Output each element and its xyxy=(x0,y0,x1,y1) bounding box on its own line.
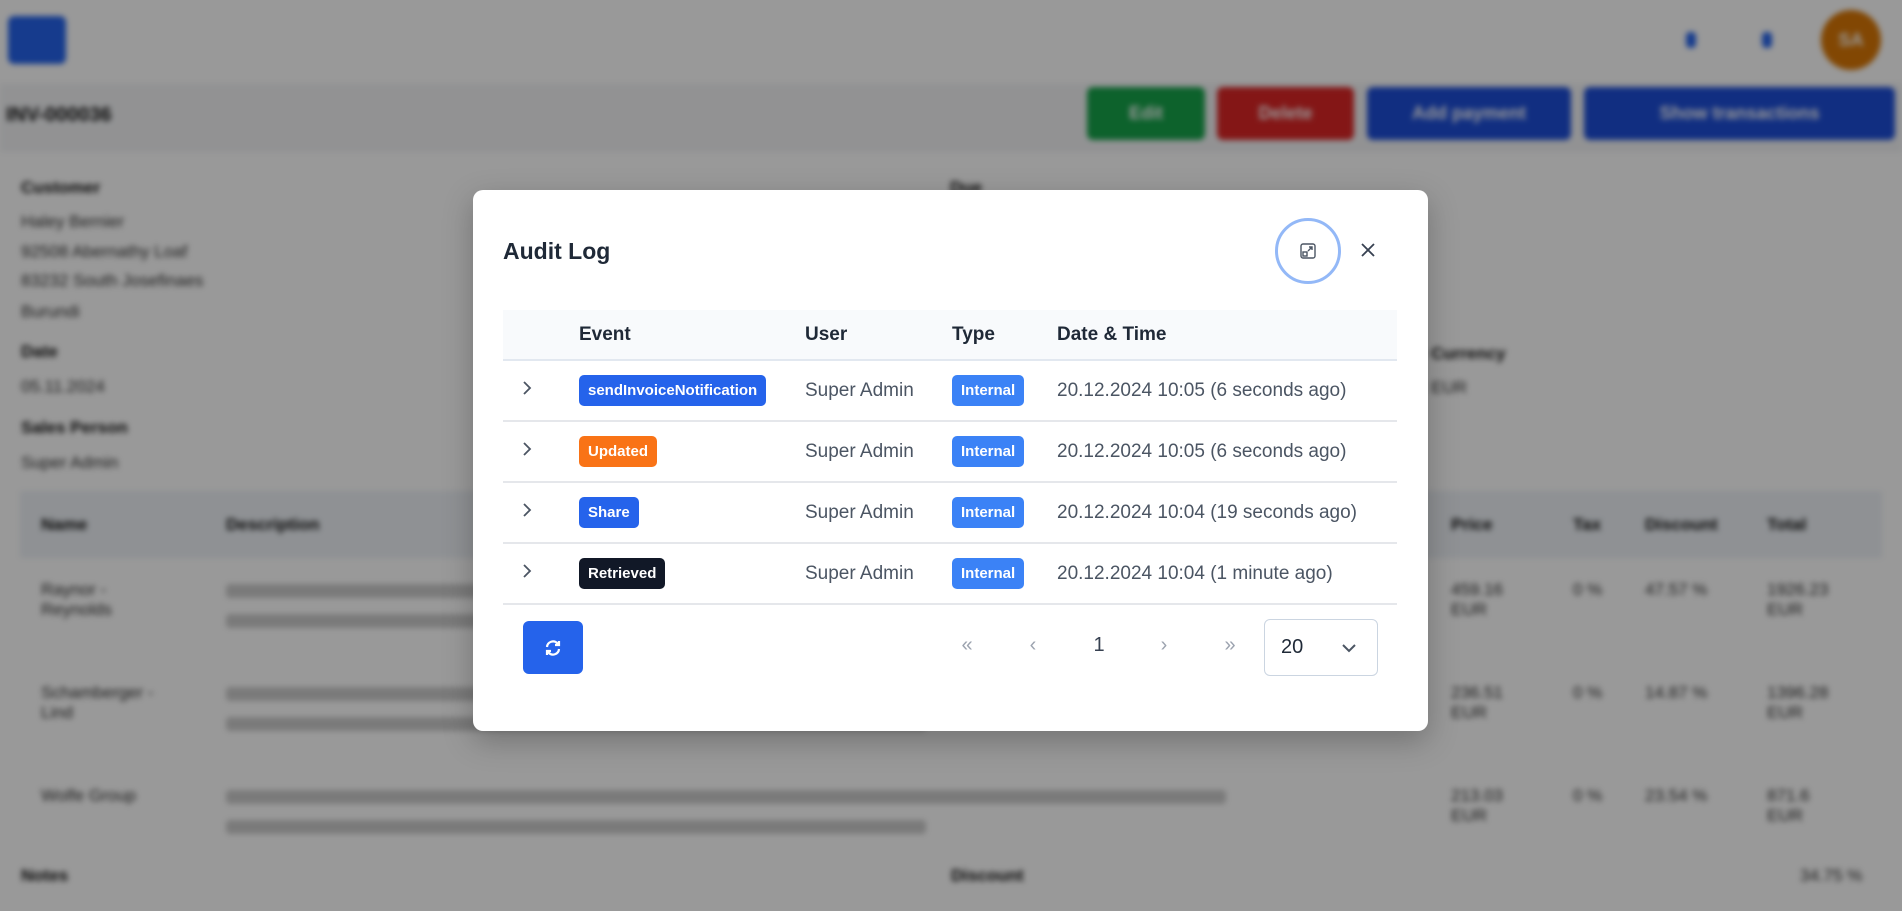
refresh-icon xyxy=(545,639,561,656)
current-page[interactable]: 1 xyxy=(1084,634,1114,657)
chevron-right-icon[interactable] xyxy=(521,441,533,457)
prev-page-button[interactable]: ‹ xyxy=(1018,634,1048,657)
chevron-down-icon xyxy=(1342,643,1356,652)
col-type: Type xyxy=(952,310,1057,361)
event-badge: sendInvoiceNotification xyxy=(579,375,767,406)
datetime-cell: 20.12.2024 10:04 (19 seconds ago) xyxy=(1057,482,1397,544)
expand-icon xyxy=(1300,243,1316,259)
table-row[interactable]: Retrieved Super Admin Internal 20.12.202… xyxy=(503,543,1397,605)
user-cell: Super Admin xyxy=(805,360,952,422)
table-row[interactable]: Updated Super Admin Internal 20.12.2024 … xyxy=(503,421,1397,483)
type-badge: Internal xyxy=(952,375,1025,406)
col-user: User xyxy=(805,310,952,361)
expand-button[interactable] xyxy=(1275,218,1341,284)
event-badge: Retrieved xyxy=(579,558,666,589)
close-button[interactable] xyxy=(1353,235,1383,265)
datetime-cell: 20.12.2024 10:04 (1 minute ago) xyxy=(1057,543,1397,605)
table-row[interactable]: Share Super Admin Internal 20.12.2024 10… xyxy=(503,482,1397,544)
col-datetime: Date & Time xyxy=(1057,310,1397,361)
table-row[interactable]: sendInvoiceNotification Super Admin Inte… xyxy=(503,360,1397,422)
modal-title: Audit Log xyxy=(503,238,611,264)
datetime-cell: 20.12.2024 10:05 (6 seconds ago) xyxy=(1057,360,1397,422)
type-badge: Internal xyxy=(952,497,1025,528)
per-page-value: 20 xyxy=(1281,636,1304,658)
event-badge: Share xyxy=(579,497,639,528)
user-cell: Super Admin xyxy=(805,421,952,483)
per-page-select[interactable]: 20 xyxy=(1264,619,1378,676)
user-cell: Super Admin xyxy=(805,543,952,605)
table-header: Event User Type Date & Time xyxy=(503,310,1397,361)
audit-log-modal: Audit Log Event User Type Date & Time se… xyxy=(473,190,1428,731)
last-page-button[interactable]: » xyxy=(1215,634,1245,657)
event-badge: Updated xyxy=(579,436,657,467)
next-page-button[interactable]: › xyxy=(1149,634,1179,657)
refresh-button[interactable] xyxy=(523,621,583,674)
close-icon xyxy=(1361,243,1375,257)
datetime-cell: 20.12.2024 10:05 (6 seconds ago) xyxy=(1057,421,1397,483)
type-badge: Internal xyxy=(952,436,1025,467)
audit-log-table: Event User Type Date & Time sendInvoiceN… xyxy=(503,310,1397,605)
user-cell: Super Admin xyxy=(805,482,952,544)
col-event: Event xyxy=(579,310,805,361)
chevron-right-icon[interactable] xyxy=(521,563,533,579)
chevron-right-icon[interactable] xyxy=(521,380,533,396)
chevron-right-icon[interactable] xyxy=(521,502,533,518)
first-page-button[interactable]: « xyxy=(952,634,982,657)
type-badge: Internal xyxy=(952,558,1025,589)
